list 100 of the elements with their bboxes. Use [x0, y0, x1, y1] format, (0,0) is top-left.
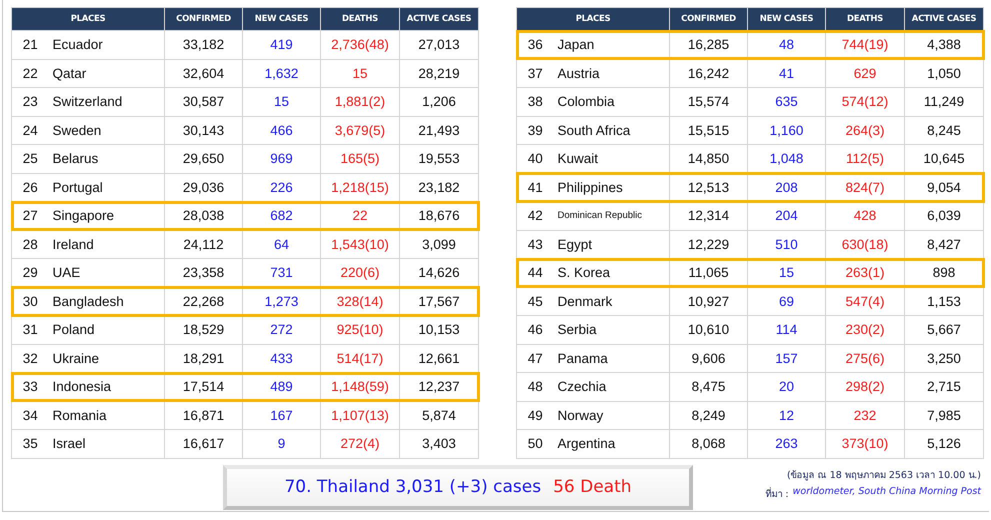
confirmed-cell: 8,475 [670, 372, 748, 401]
rank-cell: 37 [516, 59, 554, 88]
deaths-cell: 574(12) [826, 88, 904, 116]
confirmed-cell: 30,143 [164, 116, 242, 144]
new-cases-cell: 41 [748, 59, 826, 88]
deaths-cell: 275(6) [826, 344, 904, 372]
confirmed-cell: 15,574 [670, 88, 748, 116]
column-header: ACTIVE CASES [400, 8, 478, 30]
active-cell: 1,153 [904, 287, 984, 316]
active-cell: 1,050 [904, 59, 984, 88]
new-cases-cell: 1,160 [748, 116, 826, 144]
column-header: NEW CASES [748, 8, 826, 30]
new-cases-cell: 64 [242, 230, 320, 258]
rank-cell: 48 [516, 372, 554, 401]
active-cell: 19,553 [400, 144, 478, 173]
confirmed-cell: 10,610 [670, 316, 748, 344]
deaths-cell: 232 [826, 401, 904, 430]
deaths-cell: 272(4) [320, 430, 400, 458]
date-note: (ข้อมูล ณ 18 พฤษภาคม 2563 เวลา 10.00 น.) [786, 468, 981, 482]
deaths-cell: 165(5) [320, 144, 400, 173]
deaths-cell: 1,543(10) [320, 230, 400, 258]
place-cell: Ireland [48, 230, 164, 258]
rank-cell: 28 [12, 230, 48, 258]
place-cell: Ecuador [48, 30, 164, 59]
deaths-cell: 3,679(5) [320, 116, 400, 144]
confirmed-cell: 16,871 [164, 401, 242, 430]
deaths-cell: 1,107(13) [320, 401, 400, 430]
active-cell: 10,153 [400, 316, 478, 344]
new-cases-cell: 69 [748, 287, 826, 316]
deaths-cell: 298(2) [826, 372, 904, 401]
confirmed-cell: 16,617 [164, 430, 242, 458]
active-cell: 7,985 [904, 401, 984, 430]
active-cell: 27,013 [400, 30, 478, 59]
rank-cell: 45 [516, 287, 554, 316]
summary-text: 70. Thailand 3,031 (+3) cases [284, 477, 542, 497]
active-cell: 5,126 [904, 430, 984, 458]
place-cell: Poland [48, 316, 164, 344]
column-header: PLACES [12, 8, 164, 30]
active-cell: 11,249 [904, 88, 984, 116]
deaths-cell: 264(3) [826, 116, 904, 144]
source-label: ที่มา : [765, 486, 789, 500]
rank-cell: 31 [12, 316, 48, 344]
new-cases-cell: 15 [242, 88, 320, 116]
confirmed-cell: 16,242 [670, 59, 748, 88]
new-cases-cell: 272 [242, 316, 320, 344]
active-cell: 8,245 [904, 116, 984, 144]
confirmed-cell: 10,927 [670, 287, 748, 316]
confirmed-cell: 18,529 [164, 316, 242, 344]
column-header: PLACES [516, 8, 670, 30]
new-cases-cell: 635 [748, 88, 826, 116]
column-header: DEATHS [320, 8, 400, 30]
column-header: DEATHS [826, 8, 904, 30]
new-cases-cell: 204 [748, 202, 826, 230]
place-cell: Austria [554, 59, 670, 88]
confirmed-cell: 15,515 [670, 116, 748, 144]
column-header: NEW CASES [242, 8, 320, 30]
deaths-cell: 629 [826, 59, 904, 88]
new-cases-cell: 969 [242, 144, 320, 173]
rank-cell: 21 [12, 30, 48, 59]
rank-cell: 38 [516, 88, 554, 116]
confirmed-cell: 30,587 [164, 88, 242, 116]
active-cell: 5,874 [400, 401, 478, 430]
place-cell: Panama [554, 344, 670, 372]
new-cases-cell: 167 [242, 401, 320, 430]
confirmed-cell: 12,314 [670, 202, 748, 230]
place-cell: South Africa [554, 116, 670, 144]
active-cell: 3,250 [904, 344, 984, 372]
new-cases-cell: 12 [748, 401, 826, 430]
place-cell: Norway [554, 401, 670, 430]
active-cell: 21,493 [400, 116, 478, 144]
place-cell: Sweden [48, 116, 164, 144]
deaths-cell: 428 [826, 202, 904, 230]
confirmed-cell: 8,249 [670, 401, 748, 430]
deaths-cell: 2,736(48) [320, 30, 400, 59]
active-cell: 2,715 [904, 372, 984, 401]
rank-cell: 42 [516, 202, 554, 230]
place-cell: Qatar [48, 59, 164, 88]
rank-cell: 49 [516, 401, 554, 430]
rank-cell: 24 [12, 116, 48, 144]
place-cell: Switzerland [48, 88, 164, 116]
deaths-cell: 1,881(2) [320, 88, 400, 116]
active-cell: 1,206 [400, 88, 478, 116]
confirmed-cell: 32,604 [164, 59, 242, 88]
rank-cell: 50 [516, 430, 554, 458]
place-cell: Czechia [554, 372, 670, 401]
new-cases-cell: 114 [748, 316, 826, 344]
rank-cell: 39 [516, 116, 554, 144]
new-cases-cell: 20 [748, 372, 826, 401]
new-cases-cell: 157 [748, 344, 826, 372]
rank-cell: 25 [12, 144, 48, 173]
rank-cell: 47 [516, 344, 554, 372]
deaths-text: 56 Death [553, 477, 632, 497]
new-cases-cell: 263 [748, 430, 826, 458]
place-cell: Argentina [554, 430, 670, 458]
deaths-cell: 547(4) [826, 287, 904, 316]
place-cell: Denmark [554, 287, 670, 316]
confirmed-cell: 33,182 [164, 30, 242, 59]
confirmed-cell: 8,068 [670, 430, 748, 458]
new-cases-cell: 1,632 [242, 59, 320, 88]
active-cell: 3,099 [400, 230, 478, 258]
